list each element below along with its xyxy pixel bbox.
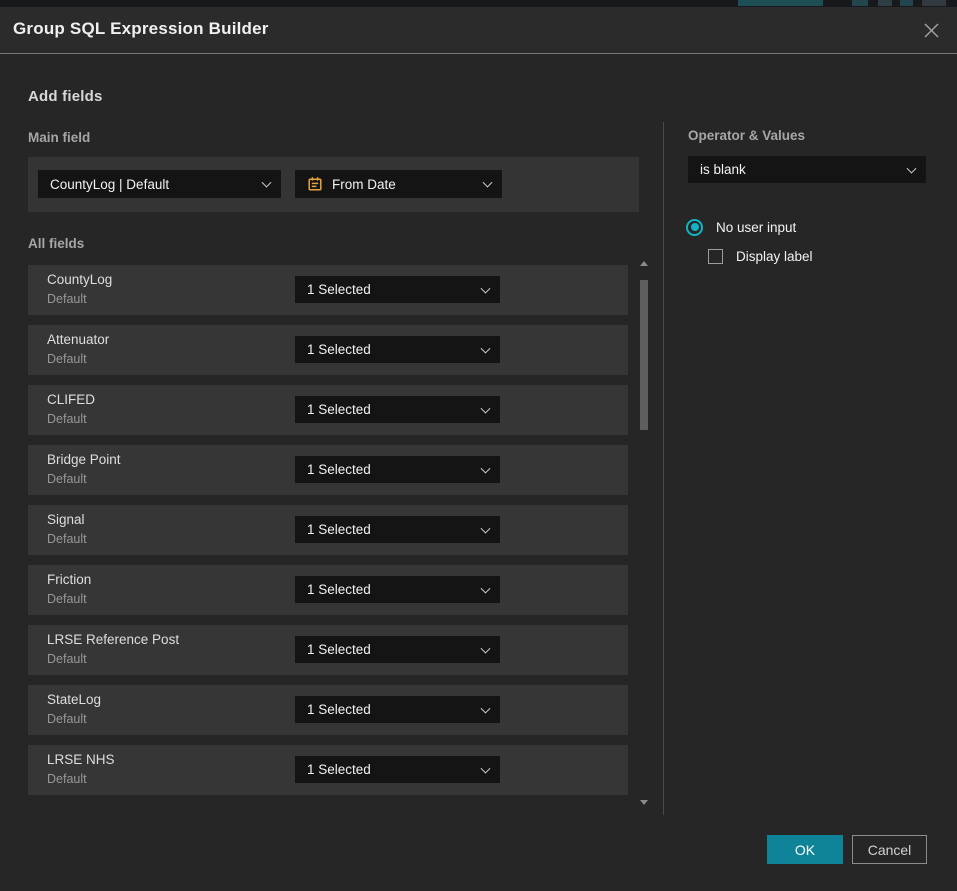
chevron-down-icon <box>481 523 491 533</box>
checkbox-unchecked-icon <box>708 249 723 264</box>
field-row: Friction Default 1 Selected <box>28 565 628 615</box>
field-row: Signal Default 1 Selected <box>28 505 628 555</box>
chevron-down-icon <box>481 643 491 653</box>
radio-dot <box>691 223 699 231</box>
chevron-down-icon <box>907 163 917 173</box>
screen: Group SQL Expression Builder Add fields … <box>0 0 957 891</box>
field-selection-dropdown[interactable]: 1 Selected <box>295 636 500 663</box>
no-user-input-radio[interactable]: No user input <box>686 218 796 236</box>
background-app-fragment <box>922 0 946 6</box>
main-field-field-select[interactable]: From Date <box>295 170 502 198</box>
panel-divider <box>663 122 664 815</box>
group-sql-expression-builder-dialog: Group SQL Expression Builder Add fields … <box>0 7 957 891</box>
chevron-down-icon <box>481 583 491 593</box>
field-selection-value: 1 Selected <box>307 462 371 477</box>
main-field-field-value: From Date <box>332 177 396 192</box>
background-app-edge <box>0 0 957 7</box>
main-field-label: Main field <box>28 130 90 145</box>
cancel-button[interactable]: Cancel <box>852 835 927 864</box>
field-selection-value: 1 Selected <box>307 702 371 717</box>
chevron-down-icon <box>481 763 491 773</box>
field-name: LRSE NHS <box>47 752 115 767</box>
ok-button[interactable]: OK <box>767 835 843 864</box>
field-selection-value: 1 Selected <box>307 762 371 777</box>
field-name: Attenuator <box>47 332 109 347</box>
fields-list-scrollbar[interactable] <box>639 259 649 809</box>
field-subtitle: Default <box>47 532 87 546</box>
field-subtitle: Default <box>47 592 87 606</box>
chevron-down-icon <box>481 403 491 413</box>
field-selection-value: 1 Selected <box>307 522 371 537</box>
chevron-down-icon <box>481 283 491 293</box>
field-name: CLIFED <box>47 392 95 407</box>
field-selection-dropdown[interactable]: 1 Selected <box>295 756 500 783</box>
field-selection-value: 1 Selected <box>307 582 371 597</box>
field-row: StateLog Default 1 Selected <box>28 685 628 735</box>
operator-values-heading: Operator & Values <box>688 128 805 143</box>
field-row: LRSE Reference Post Default 1 Selected <box>28 625 628 675</box>
field-row: LRSE NHS Default 1 Selected <box>28 745 628 795</box>
background-app-fragment <box>878 0 892 6</box>
field-subtitle: Default <box>47 712 87 726</box>
field-selection-value: 1 Selected <box>307 282 371 297</box>
field-selection-dropdown[interactable]: 1 Selected <box>295 336 500 363</box>
field-name: Signal <box>47 512 85 527</box>
scroll-up-arrow-icon[interactable] <box>640 261 648 266</box>
scrollbar-thumb[interactable] <box>640 280 648 430</box>
field-subtitle: Default <box>47 772 87 786</box>
field-row: CountyLog Default 1 Selected <box>28 265 628 315</box>
field-selection-dropdown[interactable]: 1 Selected <box>295 456 500 483</box>
scroll-down-arrow-icon[interactable] <box>640 800 648 805</box>
chevron-down-icon <box>483 178 493 188</box>
field-subtitle: Default <box>47 412 87 426</box>
main-field-layer-select[interactable]: CountyLog | Default <box>38 170 281 198</box>
display-label-checkbox[interactable]: Display label <box>708 248 813 264</box>
field-selection-dropdown[interactable]: 1 Selected <box>295 396 500 423</box>
dialog-titlebar: Group SQL Expression Builder <box>0 7 957 54</box>
field-selection-dropdown[interactable]: 1 Selected <box>295 276 500 303</box>
field-name: Friction <box>47 572 91 587</box>
dialog-title: Group SQL Expression Builder <box>13 19 269 39</box>
field-name: CountyLog <box>47 272 112 287</box>
background-app-fragment <box>738 0 823 6</box>
field-selection-dropdown[interactable]: 1 Selected <box>295 696 500 723</box>
chevron-down-icon <box>481 463 491 473</box>
radio-selected-icon <box>686 219 703 236</box>
chevron-down-icon <box>481 703 491 713</box>
background-app-fragment <box>852 0 868 6</box>
calendar-icon <box>307 176 323 192</box>
chevron-down-icon <box>262 178 272 188</box>
field-name: StateLog <box>47 692 101 707</box>
field-selection-dropdown[interactable]: 1 Selected <box>295 516 500 543</box>
chevron-down-icon <box>481 343 491 353</box>
operator-select[interactable]: is blank <box>688 156 926 183</box>
no-user-input-label: No user input <box>716 220 796 235</box>
field-subtitle: Default <box>47 652 87 666</box>
all-fields-label: All fields <box>28 236 84 251</box>
field-selection-value: 1 Selected <box>307 342 371 357</box>
main-field-layer-value: CountyLog | Default <box>50 177 169 192</box>
field-row: Attenuator Default 1 Selected <box>28 325 628 375</box>
field-selection-value: 1 Selected <box>307 402 371 417</box>
field-subtitle: Default <box>47 472 87 486</box>
field-selection-dropdown[interactable]: 1 Selected <box>295 576 500 603</box>
field-subtitle: Default <box>47 292 87 306</box>
field-row: Bridge Point Default 1 Selected <box>28 445 628 495</box>
main-field-panel: CountyLog | Default From Date <box>28 157 639 212</box>
field-name: LRSE Reference Post <box>47 632 179 647</box>
field-name: Bridge Point <box>47 452 121 467</box>
add-fields-heading: Add fields <box>28 88 103 105</box>
close-button[interactable] <box>917 16 945 44</box>
operator-value: is blank <box>700 162 746 177</box>
field-row: CLIFED Default 1 Selected <box>28 385 628 435</box>
display-label-text: Display label <box>736 249 813 264</box>
field-selection-value: 1 Selected <box>307 642 371 657</box>
field-subtitle: Default <box>47 352 87 366</box>
close-icon <box>923 22 940 39</box>
background-app-fragment <box>900 0 913 6</box>
